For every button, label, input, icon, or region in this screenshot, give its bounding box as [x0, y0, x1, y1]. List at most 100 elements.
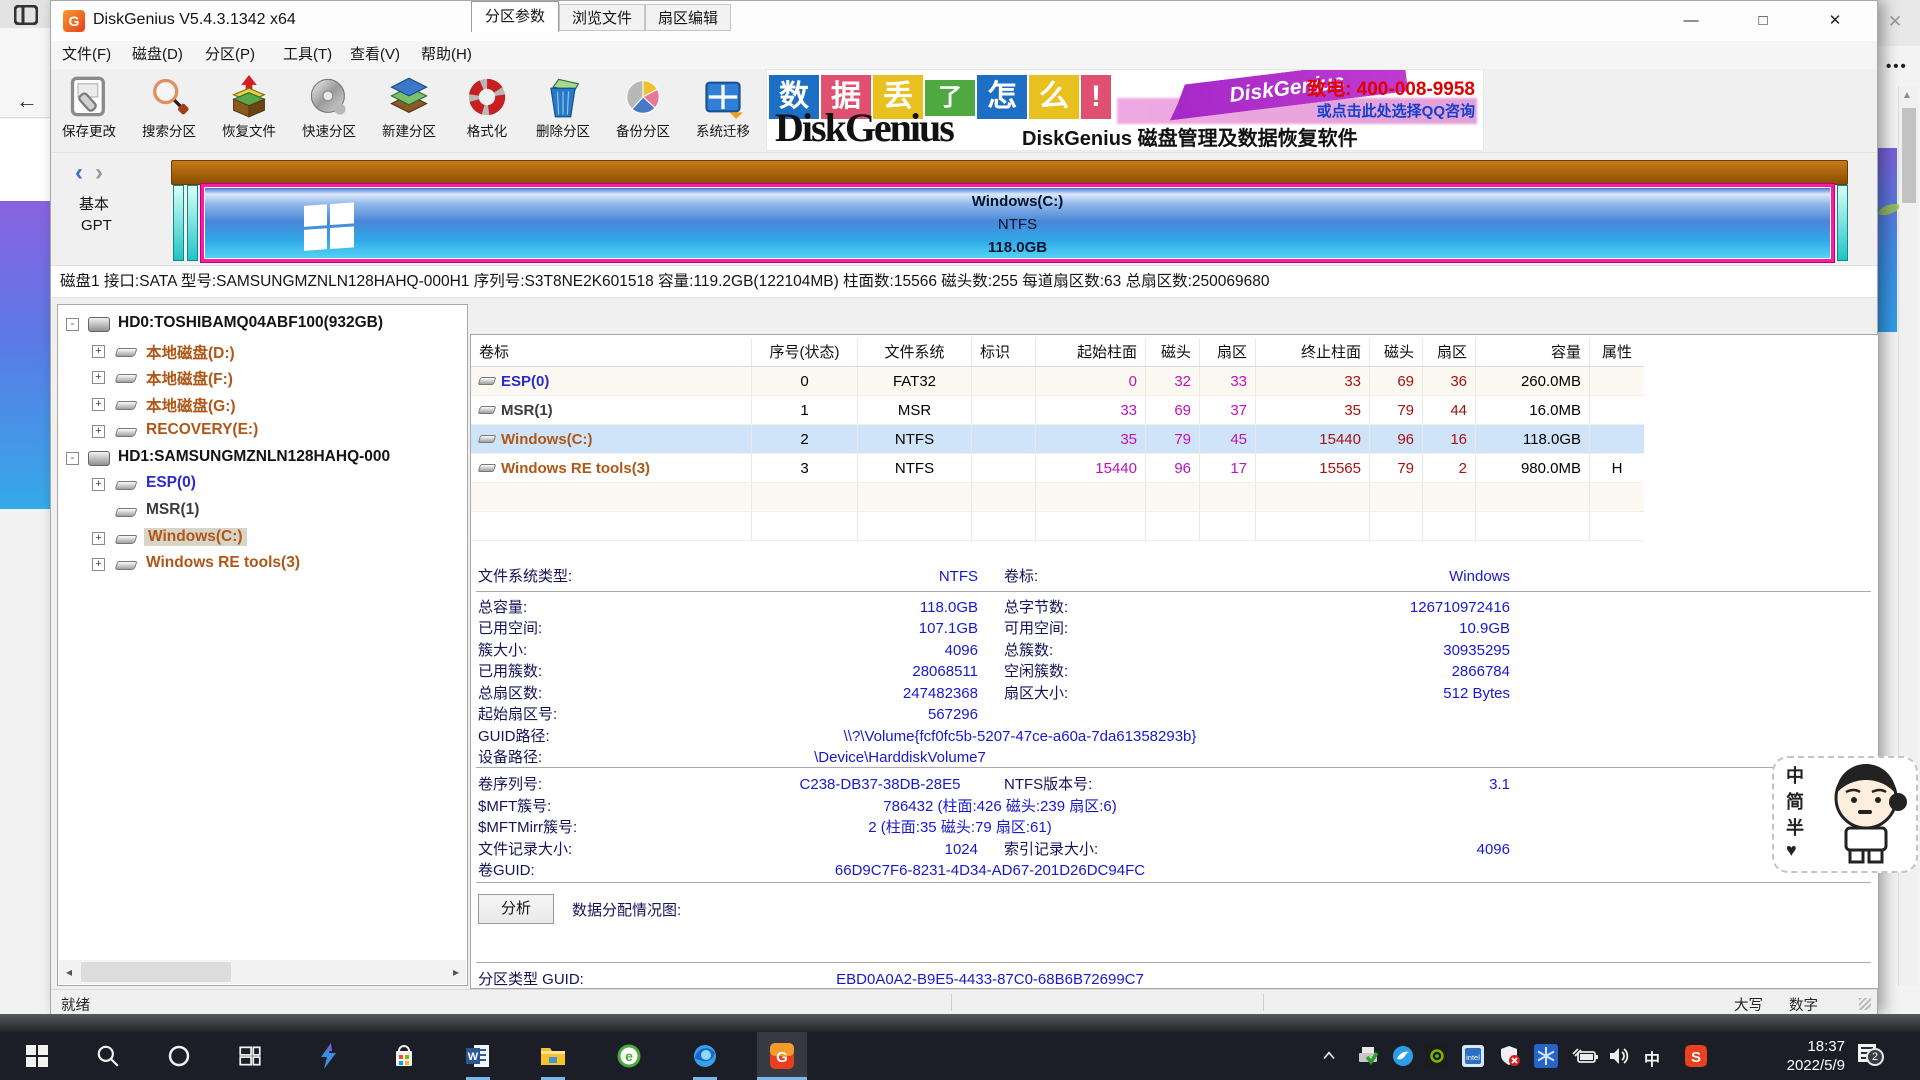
tray-printer-icon[interactable]	[1352, 1040, 1384, 1072]
col-header[interactable]: 磁头	[1370, 338, 1423, 366]
tree-item-windows-c[interactable]: + Windows(C:)	[58, 526, 467, 552]
col-header[interactable]: 终止柱面	[1256, 338, 1370, 366]
scrollbar-thumb[interactable]	[81, 962, 231, 982]
toolbar-button-format[interactable]: 格式化	[454, 73, 520, 149]
toolbar-button-search-partition[interactable]: 搜索分区	[136, 73, 202, 149]
ad-qq-link[interactable]: 或点击此处选择QQ咨询	[1317, 100, 1475, 121]
tree-expander[interactable]: +	[92, 532, 105, 545]
tree-expander[interactable]: +	[92, 398, 105, 411]
toolbar-button-quick-partition[interactable]: 快速分区	[296, 73, 362, 149]
toolbar-button-new-partition[interactable]: 新建分区	[376, 73, 442, 149]
sticker-widget[interactable]: 中 简 半 ♥	[1772, 756, 1918, 873]
menu-partition[interactable]: 分区(P)	[201, 44, 259, 66]
maximize-button[interactable]: □	[1737, 1, 1789, 41]
tree-item-local-f[interactable]: + 本地磁盘(F:)	[58, 365, 467, 391]
tree-expander[interactable]: +	[92, 371, 105, 384]
menu-file[interactable]: 文件(F)	[58, 44, 115, 66]
scroll-left-icon[interactable]: ◂	[59, 960, 79, 984]
col-header[interactable]: 序号(状态)	[752, 338, 858, 366]
partition-esp-sliver[interactable]	[173, 185, 184, 261]
tab-partition-params[interactable]: 分区参数	[471, 1, 559, 32]
tree-item-hd1[interactable]: - HD1:SAMSUNGMZNLN128HAHQ-000	[58, 446, 467, 472]
toolbar-button-system-migration[interactable]: 系统迁移	[690, 73, 756, 149]
toolbar-button-delete-partition[interactable]: 删除分区	[530, 73, 596, 149]
tray-battery-icon[interactable]	[1569, 1040, 1601, 1072]
col-header[interactable]: 扇区	[1200, 338, 1256, 366]
tree-expander[interactable]: -	[66, 452, 79, 465]
scrollbar-thumb[interactable]	[1902, 108, 1916, 203]
tray-volume-icon[interactable]	[1603, 1040, 1635, 1072]
tree-item-esp[interactable]: + ESP(0)	[58, 472, 467, 498]
col-header[interactable]: 起始柱面	[1036, 338, 1146, 366]
tray-intel-graphics-icon[interactable]: intel	[1457, 1040, 1489, 1072]
col-header[interactable]: 磁头	[1146, 338, 1200, 366]
ad-banner[interactable]: 数 据 丢 了 怎 么 ! DiskGenius DiskGenius 致电: …	[766, 69, 1484, 151]
tray-bird-icon[interactable]	[1387, 1040, 1419, 1072]
scroll-right-icon[interactable]: ▸	[446, 960, 466, 984]
tree-item-hd0[interactable]: - HD0:TOSHIBAMQ04ABF100(932GB)	[58, 312, 467, 338]
next-disk-icon[interactable]: ›	[95, 159, 103, 187]
tree-item-windows-re[interactable]: + Windows RE tools(3)	[58, 552, 467, 578]
table-row-windows-re[interactable]: Windows RE tools(3) 3 NTFS 15440 96 17 1…	[471, 454, 1644, 483]
tree-expander[interactable]: -	[66, 318, 79, 331]
partition-windows-c-bar[interactable]: Windows(C:) NTFS 118.0GB	[201, 184, 1834, 262]
tree-expander[interactable]: +	[92, 425, 105, 438]
partition-msr-sliver[interactable]	[187, 185, 198, 261]
tree-horizontal-scrollbar[interactable]: ◂ ▸	[59, 960, 466, 984]
word-icon[interactable]: W	[462, 1040, 494, 1072]
menu-help[interactable]: 帮助(H)	[417, 44, 476, 66]
cortana-icon[interactable]	[163, 1040, 195, 1072]
tree-item-recovery-e[interactable]: + RECOVERY(E:)	[58, 419, 467, 445]
col-header[interactable]: 文件系统	[858, 338, 972, 366]
sidebar-toggle-icon[interactable]	[14, 5, 38, 25]
taskbar-clock[interactable]: 18:37 2022/5/9	[1735, 1037, 1845, 1075]
tray-nvidia-icon[interactable]	[1421, 1040, 1453, 1072]
col-header[interactable]: 容量	[1476, 338, 1590, 366]
tray-ime-indicator[interactable]: 中	[1644, 1046, 1660, 1070]
tab-sector-edit[interactable]: 扇区编辑	[645, 4, 731, 31]
prev-disk-icon[interactable]: ‹	[75, 159, 83, 187]
tree-item-local-g[interactable]: + 本地磁盘(G:)	[58, 392, 467, 418]
tree-expander[interactable]: +	[92, 345, 105, 358]
menu-view[interactable]: 查看(V)	[346, 44, 404, 66]
menu-disk[interactable]: 磁盘(D)	[128, 44, 187, 66]
toolbar-button-backup-partition[interactable]: 备份分区	[610, 73, 676, 149]
notification-center-icon[interactable]: 2	[1858, 1044, 1882, 1066]
minimize-button[interactable]: —	[1665, 1, 1717, 41]
tray-sogou-icon[interactable]: S	[1680, 1040, 1712, 1072]
tray-snowflake-icon[interactable]	[1530, 1040, 1562, 1072]
tray-security-shield-icon[interactable]	[1494, 1040, 1526, 1072]
tree-item-local-d[interactable]: + 本地磁盘(D:)	[58, 339, 467, 365]
tray-chevron-icon[interactable]	[1313, 1040, 1345, 1072]
file-explorer-icon[interactable]	[537, 1040, 569, 1072]
col-header[interactable]: 扇区	[1423, 338, 1476, 366]
col-header[interactable]: 卷标	[471, 338, 752, 366]
launcher-app-icon[interactable]	[312, 1040, 344, 1072]
back-arrow-icon[interactable]: ←	[16, 88, 38, 114]
tree-expander[interactable]: +	[92, 558, 105, 571]
more-menu-icon[interactable]: •••	[1886, 58, 1908, 75]
close-button[interactable]: ✕	[1809, 1, 1861, 41]
taskbar-search-icon[interactable]	[92, 1040, 124, 1072]
green-browser-icon[interactable]: e	[613, 1040, 645, 1072]
tree-expander[interactable]: +	[92, 478, 105, 491]
table-row-windows-c-selected[interactable]: Windows(C:) 2 NTFS 35 79 45 15440 96 16 …	[471, 425, 1644, 454]
diskgenius-taskbar-icon[interactable]: G	[766, 1040, 798, 1072]
analyze-button[interactable]: 分析	[478, 894, 554, 924]
tab-browse-files[interactable]: 浏览文件	[559, 4, 645, 31]
col-header[interactable]: 标识	[972, 338, 1036, 366]
microsoft-store-icon[interactable]	[388, 1040, 420, 1072]
task-view-icon[interactable]	[234, 1040, 266, 1072]
disk-strip[interactable]	[171, 160, 1848, 185]
background-close-icon[interactable]: ✕	[1888, 12, 1902, 32]
menu-tools[interactable]: 工具(T)	[279, 44, 336, 66]
scroll-up-icon[interactable]: ▲	[1902, 90, 1912, 101]
edge-icon[interactable]	[689, 1040, 721, 1072]
tree-item-msr[interactable]: MSR(1)	[58, 499, 467, 525]
start-button[interactable]	[21, 1040, 53, 1072]
resize-grip[interactable]	[1859, 998, 1871, 1010]
col-header[interactable]: 属性	[1590, 338, 1644, 366]
toolbar-button-recover-files[interactable]: 恢复文件	[216, 73, 282, 149]
table-row-esp[interactable]: ESP(0) 0 FAT32 0 32 33 33 69 36 260.0MB	[471, 367, 1644, 396]
toolbar-button-save-changes[interactable]: 保存更改	[56, 73, 122, 149]
